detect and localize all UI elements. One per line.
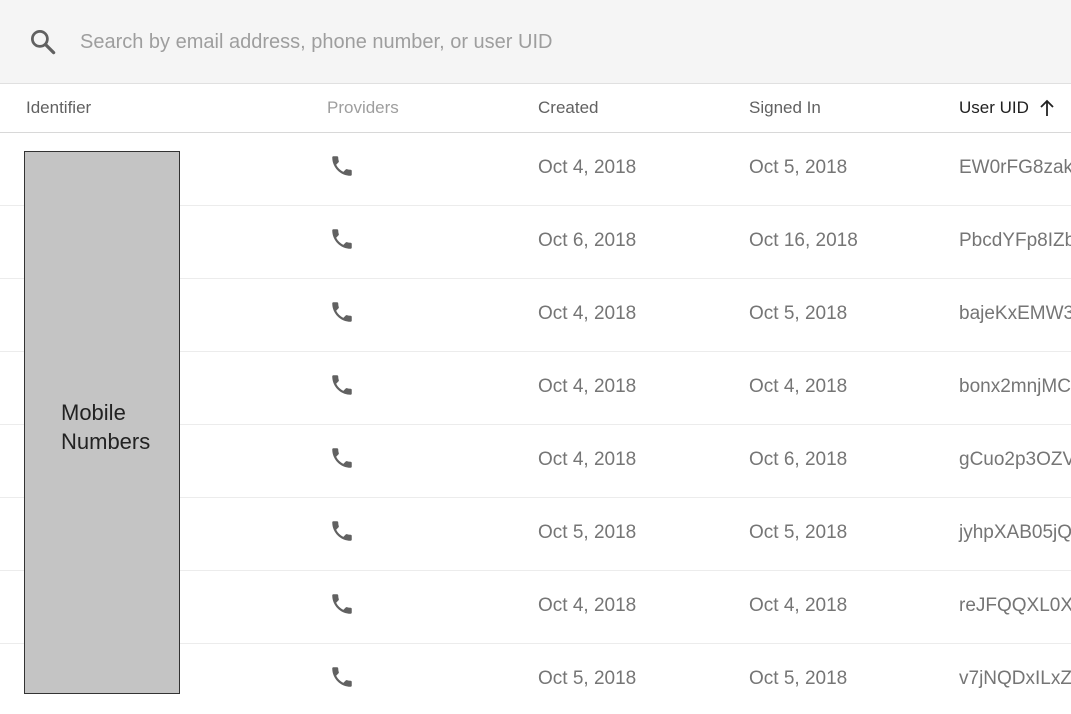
phone-icon [332,302,352,322]
signed-in-date: Oct 5, 2018 [749,303,848,324]
created-date: Oct 5, 2018 [538,522,637,543]
user-uid: gCuo2p3OZV [959,449,1071,470]
redaction-box: Mobile Numbers [24,151,180,694]
redaction-label: Mobile Numbers [61,400,151,454]
created-date: Oct 4, 2018 [538,376,637,397]
user-uid: bonx2mnjMC [959,376,1071,397]
created-date: Oct 5, 2018 [538,668,637,689]
user-uid: jyhpXAB05jQ [959,522,1071,543]
phone-icon [332,448,352,468]
search-bar [0,0,1071,84]
arrow-up-icon[interactable] [1038,98,1056,118]
signed-in-date: Oct 6, 2018 [749,449,848,470]
phone-icon [332,156,352,176]
column-header-created[interactable]: Created [538,98,598,118]
column-header-identifier[interactable]: Identifier [26,98,91,118]
created-date: Oct 4, 2018 [538,595,637,616]
phone-icon [332,229,352,249]
signed-in-date: Oct 4, 2018 [749,595,848,616]
phone-icon [332,667,352,687]
phone-icon [332,521,352,541]
signed-in-date: Oct 5, 2018 [749,157,848,178]
created-date: Oct 4, 2018 [538,157,637,178]
signed-in-date: Oct 4, 2018 [749,376,848,397]
table-header: Identifier Providers Created Signed In U… [0,84,1071,133]
user-uid: EW0rFG8zakc [959,157,1071,178]
phone-icon [332,594,352,614]
created-date: Oct 4, 2018 [538,303,637,324]
signed-in-date: Oct 5, 2018 [749,668,848,689]
signed-in-date: Oct 16, 2018 [749,230,858,251]
search-input[interactable] [66,22,1046,62]
search-icon[interactable] [28,27,58,57]
column-header-providers: Providers [327,98,399,117]
user-uid: reJFQQXL0X [959,595,1071,616]
column-header-user-uid[interactable]: User UID [959,98,1029,118]
created-date: Oct 6, 2018 [538,230,637,251]
created-date: Oct 4, 2018 [538,449,637,470]
user-uid: PbcdYFp8IZb [959,230,1071,251]
column-header-signed-in[interactable]: Signed In [749,98,821,118]
phone-icon [332,375,352,395]
users-page: Identifier Providers Created Signed In U… [0,0,1071,714]
user-uid: v7jNQDxILxZ [959,668,1071,689]
signed-in-date: Oct 5, 2018 [749,522,848,543]
user-uid: bajeKxEMW3 [959,303,1071,324]
